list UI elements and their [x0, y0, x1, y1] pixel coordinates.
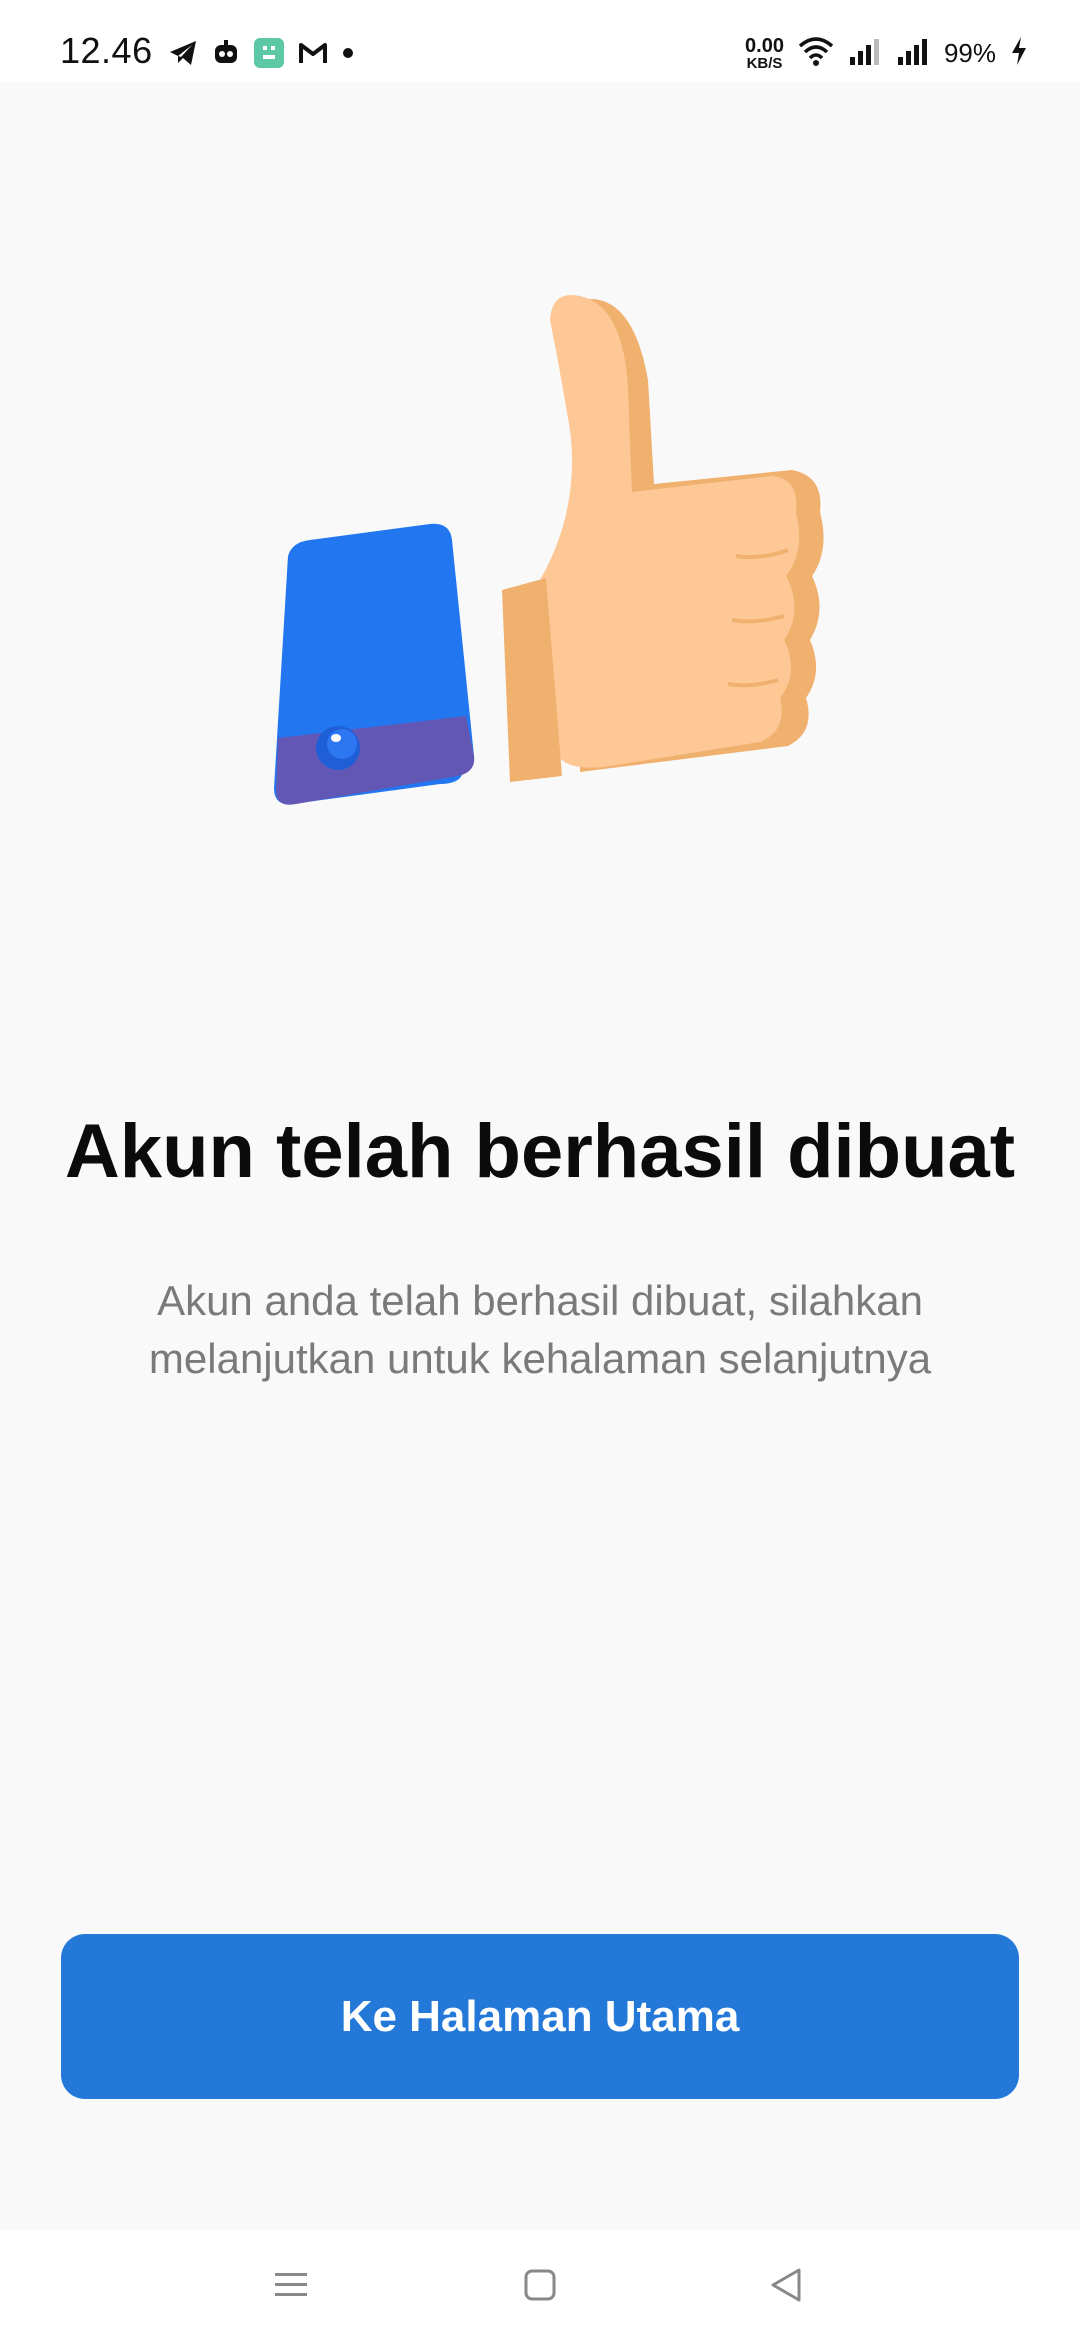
gmail-icon [298, 41, 328, 65]
back-icon[interactable] [746, 2250, 826, 2320]
page-title: Akun telah berhasil dibuat [64, 1109, 1016, 1194]
menu-icon[interactable] [251, 2250, 331, 2320]
signal-icon [896, 37, 930, 70]
go-to-home-button[interactable]: Ke Halaman Utama [61, 1934, 1019, 2099]
wifi-icon [798, 36, 834, 71]
app-icon [254, 38, 284, 68]
status-bar: 12.46 0.00 KB/S 99% [0, 0, 1080, 82]
thumbs-up-icon [274, 295, 824, 805]
notification-icons [168, 38, 354, 68]
charging-icon [1010, 36, 1028, 71]
battery-level: 99% [943, 38, 996, 68]
network-speed-unit: KB/S [746, 55, 783, 72]
success-message: Akun anda telah berhasil dibuat, silahka… [148, 1277, 932, 1382]
status-time: 12.46 [60, 30, 153, 71]
network-speed-value: 0.00 [745, 35, 784, 57]
telegram-icon [168, 39, 198, 67]
network-speed: 0.00 KB/S [745, 36, 784, 71]
robot-icon [212, 39, 240, 67]
status-right: 0.00 KB/S 99% [745, 36, 1028, 71]
dot-icon [342, 47, 354, 59]
home-icon[interactable] [500, 2250, 580, 2320]
navigation-bar [0, 2230, 1080, 2340]
signal-icon [848, 37, 882, 70]
